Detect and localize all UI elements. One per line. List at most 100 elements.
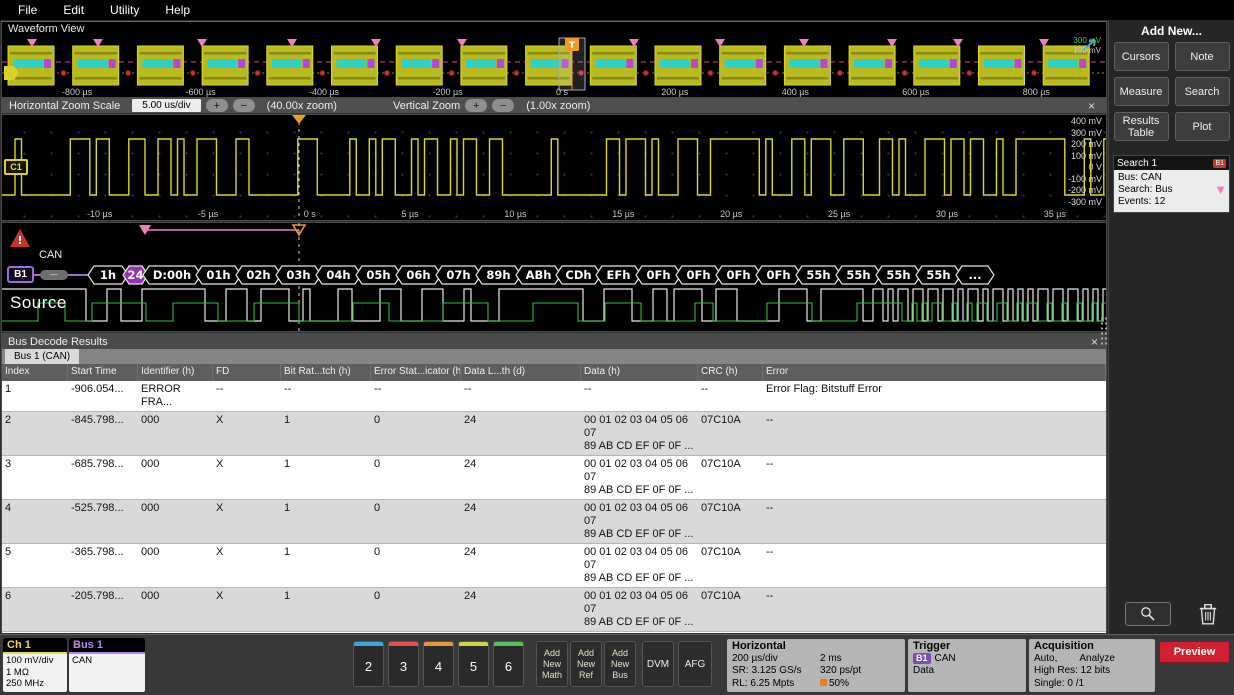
time-label: 800 µs bbox=[1023, 87, 1050, 97]
svg-text:02h: 02h bbox=[246, 268, 270, 282]
table-cell: -685.798... bbox=[68, 456, 138, 499]
add-channel-6-button[interactable]: 6 bbox=[493, 641, 524, 687]
add-channel-5-button[interactable]: 5 bbox=[458, 641, 489, 687]
bus-decode-panel[interactable]: !1h24D:00h01h02h03h04h05h06h07h89hABhCDh… bbox=[1, 222, 1107, 332]
results-title: Bus Decode Results bbox=[8, 336, 108, 348]
cursors-button[interactable]: Cursors bbox=[1114, 42, 1169, 71]
bus1-card[interactable]: Bus 1 CAN bbox=[69, 638, 145, 692]
svg-text:24: 24 bbox=[127, 268, 143, 282]
time-label: 30 µs bbox=[936, 209, 958, 219]
results-body[interactable]: 1-906.054...ERROR FRA...------------Erro… bbox=[2, 381, 1106, 633]
results-table-button[interactable]: Results Table bbox=[1114, 112, 1169, 141]
column-header[interactable]: CRC (h) bbox=[698, 364, 763, 381]
horizontal-panel[interactable]: Horizontal 200 µs/div 2 ms SR: 3.125 GS/… bbox=[727, 639, 905, 692]
preview-button[interactable]: Preview bbox=[1159, 641, 1230, 663]
table-row[interactable]: 6-205.798...000X102400 01 02 03 04 05 06… bbox=[2, 588, 1106, 632]
note-button[interactable]: Note bbox=[1175, 42, 1230, 71]
column-header[interactable]: Start Time bbox=[68, 364, 138, 381]
svg-text:T: T bbox=[569, 41, 576, 51]
column-header[interactable]: Error bbox=[763, 364, 1106, 381]
add-channel-2-button[interactable]: 2 bbox=[353, 641, 384, 687]
h-zoom-plus-button[interactable]: + bbox=[206, 99, 228, 112]
table-cell: 24 bbox=[461, 588, 581, 631]
bus1-badge[interactable]: B1 bbox=[7, 266, 34, 283]
vertical-zoom-label: Vertical Zoom bbox=[393, 100, 460, 112]
svg-text:01h: 01h bbox=[206, 268, 230, 282]
svg-text:07h: 07h bbox=[446, 268, 470, 282]
trigger-panel[interactable]: Trigger B1CAN Data bbox=[908, 639, 1026, 692]
table-cell: X bbox=[213, 588, 281, 631]
time-label: 15 µs bbox=[612, 209, 634, 219]
add-new-bus-button[interactable]: Add New Bus bbox=[604, 641, 636, 687]
time-label: -800 µs bbox=[62, 87, 92, 97]
table-row[interactable]: 1-906.054...ERROR FRA...------------Erro… bbox=[2, 381, 1106, 412]
h-position: 50% bbox=[820, 678, 900, 691]
add-new-ref-button[interactable]: Add New Ref bbox=[570, 641, 602, 687]
time-label: 200 µs bbox=[661, 87, 688, 97]
search-button[interactable]: Search bbox=[1175, 77, 1230, 106]
menu-utility[interactable]: Utility bbox=[110, 3, 139, 17]
search1-panel[interactable]: Search 1 B1 Bus: CAN Search: Bus Events:… bbox=[1113, 155, 1230, 213]
column-header[interactable]: Index bbox=[2, 364, 68, 381]
source-label: Source bbox=[10, 293, 67, 313]
table-row[interactable]: 7-45.7985µs000X102400 01 02 03 04 05 06 … bbox=[2, 632, 1106, 633]
zoom-waveform[interactable] bbox=[2, 115, 1106, 220]
zoom-to-event-button[interactable] bbox=[1125, 602, 1171, 626]
results-close-icon[interactable]: × bbox=[1091, 335, 1098, 349]
column-header[interactable]: Bit Rat...tch (h) bbox=[281, 364, 371, 381]
waveform-view-panel: Waveform View T 300 mV 100 mV -800 µs-60… bbox=[1, 21, 1107, 98]
afg-button[interactable]: AFG bbox=[678, 641, 712, 687]
ch1-label: Ch 1 bbox=[3, 638, 67, 654]
add-new-math-button[interactable]: Add New Math bbox=[536, 641, 568, 687]
zoom-waveform-panel[interactable]: C1 400 mV300 mV200 mV100 mV0 V-100 mV-20… bbox=[1, 114, 1107, 221]
v-zoom-minus-button[interactable]: − bbox=[492, 99, 514, 112]
column-header[interactable]: Data (h) bbox=[581, 364, 698, 381]
bus-decode-waveform[interactable]: !1h24D:00h01h02h03h04h05h06h07h89hABhCDh… bbox=[2, 223, 1106, 331]
table-cell: -- bbox=[763, 632, 1106, 633]
dvm-button[interactable]: DVM bbox=[642, 641, 674, 687]
menu-edit[interactable]: Edit bbox=[63, 3, 84, 17]
acq-single: Single: 0 /1 bbox=[1034, 678, 1150, 691]
table-cell: 000 bbox=[138, 456, 213, 499]
waveform-overview[interactable]: T bbox=[2, 36, 1106, 92]
svg-text:05h: 05h bbox=[366, 268, 390, 282]
plot-button[interactable]: Plot bbox=[1175, 112, 1230, 141]
v-zoom-plus-button[interactable]: + bbox=[465, 99, 487, 112]
acquisition-panel[interactable]: Acquisition Auto,Analyze High Res: 12 bi… bbox=[1029, 639, 1155, 692]
table-cell: X bbox=[213, 500, 281, 543]
table-cell: -- bbox=[698, 381, 763, 411]
channel1-badge[interactable]: C1 bbox=[4, 159, 28, 175]
tab-bus1-can[interactable]: Bus 1 (CAN) bbox=[5, 349, 79, 364]
svg-text:03h: 03h bbox=[286, 268, 310, 282]
table-row[interactable]: 5-365.798...000X102400 01 02 03 04 05 06… bbox=[2, 544, 1106, 588]
search1-header: Search 1 B1 bbox=[1114, 156, 1229, 170]
column-header[interactable]: Identifier (h) bbox=[138, 364, 213, 381]
add-channel-4-button[interactable]: 4 bbox=[423, 641, 454, 687]
trigger-source: CAN bbox=[935, 653, 956, 664]
table-cell: -- bbox=[763, 500, 1106, 543]
overview-scale-label: 300 mV bbox=[1073, 36, 1101, 46]
ch2-number: 2 bbox=[365, 646, 372, 686]
column-header[interactable]: Error Stat...icator (h) bbox=[371, 364, 461, 381]
time-label: 0 s bbox=[304, 209, 316, 219]
menu-file[interactable]: File bbox=[18, 3, 37, 17]
bus1-type: CAN bbox=[72, 655, 142, 667]
bus-collapse-handle[interactable]: — bbox=[40, 270, 68, 280]
horizontal-zoom-value[interactable]: 5.00 us/div bbox=[132, 99, 200, 112]
column-header[interactable]: FD bbox=[213, 364, 281, 381]
zoom-close-icon[interactable]: × bbox=[1088, 99, 1095, 113]
table-row[interactable]: 4-525.798...000X102400 01 02 03 04 05 06… bbox=[2, 500, 1106, 544]
menu-help[interactable]: Help bbox=[165, 3, 190, 17]
add-channel-3-button[interactable]: 3 bbox=[388, 641, 419, 687]
h-zoom-minus-button[interactable]: − bbox=[233, 99, 255, 112]
table-row[interactable]: 3-685.798...000X102400 01 02 03 04 05 06… bbox=[2, 456, 1106, 500]
measure-button[interactable]: Measure bbox=[1114, 77, 1169, 106]
table-cell: 24 bbox=[461, 412, 581, 455]
panel-splitter[interactable] bbox=[1100, 316, 1108, 346]
h-resolution: 320 ps/pt bbox=[820, 665, 900, 678]
ch1-readout: 100 mV/div 1 MΩ 250 MHz bbox=[3, 654, 67, 691]
delete-search-button[interactable] bbox=[1198, 602, 1218, 626]
ch1-card[interactable]: Ch 1 100 mV/div 1 MΩ 250 MHz bbox=[3, 638, 67, 692]
column-header[interactable]: Data L...th (d) bbox=[461, 364, 581, 381]
table-row[interactable]: 2-845.798...000X102400 01 02 03 04 05 06… bbox=[2, 412, 1106, 456]
